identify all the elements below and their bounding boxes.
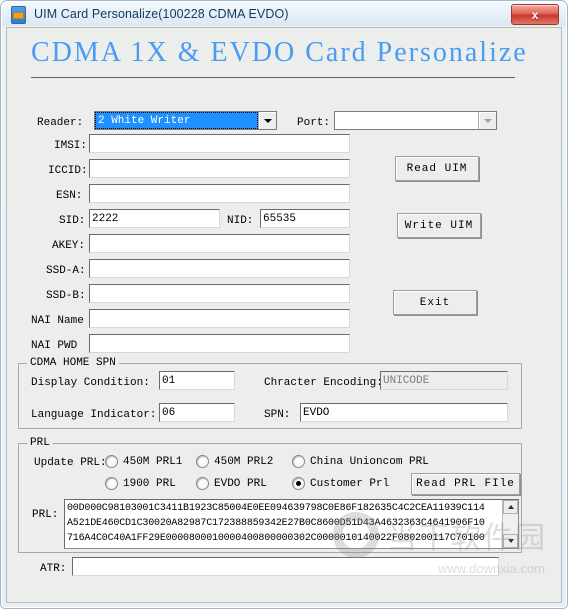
port-combobox[interactable]: [334, 111, 497, 130]
read-prl-file-button[interactable]: Read PRL FIle: [411, 473, 520, 495]
prl-scrollbar[interactable]: [502, 500, 518, 548]
reader-selected-value: 2 White Writer: [95, 112, 258, 129]
chevron-down-icon[interactable]: [478, 112, 496, 129]
heading-divider: [31, 77, 515, 78]
akey-label: AKEY:: [52, 240, 86, 252]
akey-input[interactable]: [89, 234, 350, 253]
radio-label: EVDO PRL: [214, 477, 267, 490]
ssd-b-input[interactable]: [89, 284, 350, 303]
ssd-a-input[interactable]: [89, 259, 350, 278]
exit-label: Exit: [419, 296, 451, 309]
radio-label: 1900 PRL: [123, 477, 176, 490]
esn-label: ESN:: [56, 190, 83, 202]
prl-textarea[interactable]: 00D000C98103001C3411B1923C85004E0EE09463…: [64, 499, 519, 549]
page-title: CDMA 1X & EVDO Card Personalize: [31, 37, 528, 68]
write-uim-button[interactable]: Write UIM: [397, 213, 481, 238]
radio-label: China Unioncom PRL: [310, 455, 429, 468]
sid-input[interactable]: [89, 209, 220, 228]
window-title: UIM Card Personalize(100228 CDMA EVDO): [34, 7, 289, 21]
sid-label: SID:: [59, 215, 86, 227]
radio-label: Customer Prl: [310, 477, 390, 490]
prl-text-label: PRL:: [32, 509, 59, 521]
language-indicator-label: Language Indicator:: [31, 409, 157, 421]
close-button[interactable]: x: [511, 4, 559, 25]
radio-evdo-prl[interactable]: EVDO PRL: [196, 477, 267, 490]
imsi-input[interactable]: [89, 134, 350, 153]
spn-label: SPN:: [264, 409, 291, 421]
read-uim-label: Read UIM: [406, 162, 468, 175]
nai-pwd-input[interactable]: [89, 334, 350, 353]
radio-450m-prl1[interactable]: 450M PRL1: [105, 455, 182, 468]
prl-group-title: PRL: [27, 437, 53, 449]
chevron-down-icon[interactable]: [258, 112, 276, 129]
title-bar: UIM Card Personalize(100228 CDMA EVDO) x: [2, 2, 566, 26]
scroll-down-icon[interactable]: [503, 534, 518, 548]
read-prl-file-label: Read PRL FIle: [416, 478, 515, 490]
nai-name-input[interactable]: [89, 309, 350, 328]
character-encoding-label: Chracter Encoding:: [264, 377, 383, 389]
ssd-b-label: SSD-B:: [46, 290, 86, 302]
radio-icon: [196, 455, 209, 468]
esn-input[interactable]: [89, 184, 350, 203]
radio-customer-prl[interactable]: Customer Prl: [292, 477, 389, 490]
reader-combobox[interactable]: 2 White Writer: [94, 111, 277, 130]
atr-input[interactable]: [72, 557, 499, 576]
ssd-a-label: SSD-A:: [46, 265, 86, 277]
radio-icon: [105, 455, 118, 468]
update-prl-label: Update PRL:: [34, 457, 107, 469]
display-condition-input[interactable]: [159, 371, 235, 390]
radio-icon: [105, 477, 118, 490]
scroll-up-icon[interactable]: [503, 500, 518, 514]
prl-group: PRL Update PRL: 450M PRL1 450M PRL2 Chin…: [18, 437, 522, 553]
write-uim-label: Write UIM: [404, 219, 474, 232]
app-window: UIM Card Personalize(100228 CDMA EVDO) x…: [0, 0, 568, 609]
cdma-home-spn-title: CDMA HOME SPN: [27, 357, 119, 369]
nid-label: NID:: [227, 215, 254, 227]
client-area: CDMA 1X & EVDO Card Personalize Reader: …: [6, 27, 562, 603]
cdma-home-spn-group: CDMA HOME SPN Display Condition: Chracte…: [18, 357, 522, 429]
port-selected-value: [335, 112, 478, 129]
radio-450m-prl2[interactable]: 450M PRL2: [196, 455, 273, 468]
radio-icon: [196, 477, 209, 490]
read-uim-button[interactable]: Read UIM: [395, 156, 479, 181]
imsi-label: IMSI:: [54, 140, 88, 152]
iccid-input[interactable]: [89, 159, 350, 178]
radio-1900-prl[interactable]: 1900 PRL: [105, 477, 176, 490]
nid-input[interactable]: [260, 209, 350, 228]
radio-label: 450M PRL2: [214, 455, 274, 468]
spn-input[interactable]: [300, 403, 508, 422]
nai-pwd-label: NAI PWD: [31, 340, 78, 352]
close-icon: x: [531, 7, 539, 22]
port-label: Port:: [297, 117, 331, 129]
atr-label: ATR:: [40, 563, 67, 575]
prl-text-content: 00D000C98103001C3411B1923C85004E0EE09463…: [67, 503, 485, 544]
display-condition-label: Display Condition:: [31, 377, 150, 389]
nai-name-label: NAI Name: [31, 315, 84, 327]
radio-china-unioncom-prl[interactable]: China Unioncom PRL: [292, 455, 429, 468]
radio-icon: [292, 455, 305, 468]
character-encoding-input[interactable]: [380, 371, 508, 390]
iccid-label: ICCID:: [48, 165, 88, 177]
language-indicator-input[interactable]: [159, 403, 235, 422]
radio-icon: [292, 477, 305, 490]
reader-label: Reader:: [37, 117, 84, 129]
app-icon: [11, 5, 26, 24]
exit-button[interactable]: Exit: [393, 290, 477, 315]
radio-label: 450M PRL1: [123, 455, 183, 468]
